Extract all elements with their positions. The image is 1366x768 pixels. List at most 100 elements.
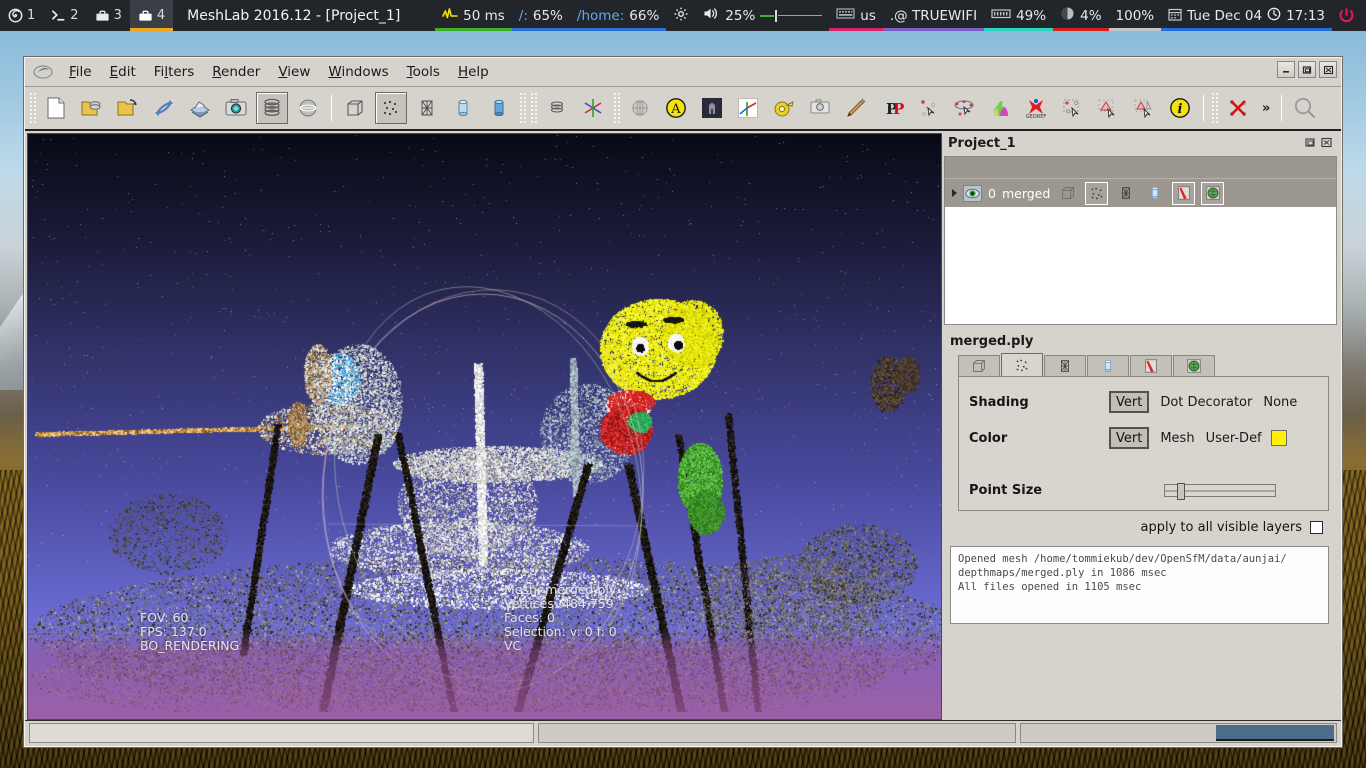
toolbar-grip-3[interactable]: [530, 92, 537, 124]
flatlines-render-icon[interactable]: [447, 92, 479, 124]
toolbar-grip-5[interactable]: [1211, 92, 1218, 124]
align-tool-icon[interactable]: [948, 92, 980, 124]
toolbar-overflow-button[interactable]: »: [1256, 101, 1276, 116]
color-mesh-option[interactable]: Mesh: [1160, 431, 1194, 446]
pick-points-icon[interactable]: [912, 92, 944, 124]
georeference-icon[interactable]: GEOREF: [1020, 92, 1052, 124]
workspace-tag-1[interactable]: 1: [0, 0, 43, 31]
info-icon[interactable]: i: [1164, 92, 1196, 124]
raster-alignment-icon[interactable]: [804, 92, 836, 124]
tab-points[interactable]: [1001, 353, 1043, 376]
smooth-render-icon[interactable]: [483, 92, 515, 124]
workspace-tag-3[interactable]: 3: [87, 0, 130, 31]
tray-latency[interactable]: 50 ms: [435, 0, 512, 31]
workspace-tag-2[interactable]: 2: [43, 0, 86, 31]
search-filter-icon[interactable]: [1289, 92, 1321, 124]
toolbar-grip-2[interactable]: [519, 92, 526, 124]
select-connected-icon[interactable]: [1128, 92, 1160, 124]
power-button[interactable]: [1332, 0, 1366, 31]
bbox-render-icon[interactable]: [339, 92, 371, 124]
wireframe-icon[interactable]: [1114, 182, 1137, 205]
colorize-bunny-icon[interactable]: [984, 92, 1016, 124]
quoted-box-icon[interactable]: [696, 92, 728, 124]
tray-cpu[interactable]: 4%: [1053, 0, 1109, 31]
3d-viewport[interactable]: FOV: 60 FPS: 137.0 BO_RENDERING Mesh: me…: [27, 133, 942, 720]
tray-volume[interactable]: 25%: [696, 0, 829, 31]
menu-render[interactable]: Render: [203, 61, 269, 83]
toolbar-grip[interactable]: [29, 92, 36, 124]
layer-row-merged[interactable]: 0 merged: [945, 179, 1336, 207]
menu-tools[interactable]: Tools: [398, 61, 449, 83]
vertex-color-icon[interactable]: [1201, 181, 1225, 205]
points-icon[interactable]: [1085, 181, 1109, 205]
tab-texture[interactable]: [1130, 355, 1172, 376]
open-project-icon[interactable]: [76, 92, 108, 124]
workspace-tag-4[interactable]: 4: [129, 0, 174, 31]
restore-button[interactable]: [1298, 61, 1316, 78]
tray-memory[interactable]: 49%: [984, 0, 1054, 31]
tray-date[interactable]: Tue Dec 04 17:13: [1161, 0, 1332, 31]
expand-triangle-icon[interactable]: [952, 189, 957, 197]
tray-home-disk[interactable]: /home: 66%: [569, 0, 667, 31]
color-vert-button[interactable]: Vert: [1109, 427, 1150, 449]
tray-wifi[interactable]: .@ TRUEWIFI: [882, 0, 985, 31]
visibility-eye-icon[interactable]: [963, 184, 982, 202]
pdf-export-icon[interactable]: PP: [876, 92, 908, 124]
close-icon[interactable]: [1321, 137, 1333, 149]
reload-icon[interactable]: [148, 92, 180, 124]
apply-all-checkbox[interactable]: [1310, 521, 1323, 534]
show-trackball-icon[interactable]: [292, 92, 324, 124]
flat-icon[interactable]: [1143, 182, 1166, 205]
snapshot-icon[interactable]: [220, 92, 252, 124]
tab-bbox[interactable]: [958, 355, 1000, 376]
color-swatch[interactable]: [1270, 430, 1287, 446]
toolbox-icon: [95, 8, 110, 23]
tray-settings[interactable]: [666, 0, 696, 31]
window-controls: [1277, 61, 1337, 78]
point-size-slider[interactable]: [1164, 483, 1276, 500]
tab-wireframe[interactable]: [1044, 355, 1086, 376]
toolbar-grip-4[interactable]: [613, 92, 620, 124]
texture-param-icon[interactable]: A: [660, 92, 692, 124]
wireframe-render-icon[interactable]: [411, 92, 443, 124]
select-vertices-icon[interactable]: [1056, 92, 1088, 124]
save-mesh-icon[interactable]: [184, 92, 216, 124]
tray-keyboard-layout[interactable]: us: [829, 0, 883, 31]
select-faces-icon[interactable]: [1092, 92, 1124, 124]
menu-windows[interactable]: Windows: [319, 61, 397, 83]
tray-battery[interactable]: 100%: [1108, 0, 1162, 31]
tab-flat[interactable]: [1087, 355, 1129, 376]
layer-list[interactable]: 0 merged: [944, 156, 1337, 325]
menu-edit[interactable]: Edit: [101, 61, 145, 83]
menu-filters[interactable]: Filters: [145, 61, 204, 83]
close-button[interactable]: [1319, 61, 1337, 78]
shading-vert-button[interactable]: Vert: [1109, 391, 1150, 413]
volume-slider[interactable]: [760, 9, 823, 22]
points-render-icon[interactable]: [375, 92, 407, 124]
keyboard-icon: [836, 7, 855, 24]
measure-axis-icon[interactable]: [732, 92, 764, 124]
layer-stack-icon[interactable]: [541, 92, 573, 124]
color-userdef-option[interactable]: User-Def: [1206, 431, 1262, 446]
minimize-button[interactable]: [1277, 61, 1295, 78]
menu-help[interactable]: Help: [449, 61, 498, 83]
tab-vertex-color[interactable]: [1173, 355, 1215, 376]
bbox-icon[interactable]: [1056, 182, 1079, 205]
new-project-icon[interactable]: [40, 92, 72, 124]
open-mesh-icon[interactable]: [112, 92, 144, 124]
show-layer-dialog-icon[interactable]: [256, 92, 288, 124]
texture-icon[interactable]: [1172, 181, 1196, 205]
measuring-tape-icon[interactable]: [768, 92, 800, 124]
menu-file[interactable]: File: [60, 61, 101, 83]
global-render-icon[interactable]: [624, 92, 656, 124]
gear-icon: [673, 6, 689, 26]
delete-selection-icon[interactable]: [1222, 92, 1254, 124]
shading-none-option[interactable]: None: [1263, 395, 1297, 410]
menu-view[interactable]: View: [269, 61, 319, 83]
axis-decorator-icon[interactable]: [577, 92, 609, 124]
status-right-panel: [1020, 723, 1337, 743]
tray-root-disk[interactable]: /: 65%: [511, 0, 570, 31]
undock-icon[interactable]: [1305, 137, 1317, 149]
paint-brush-icon[interactable]: [840, 92, 872, 124]
shading-dot-decorator-option[interactable]: Dot Decorator: [1160, 395, 1252, 410]
